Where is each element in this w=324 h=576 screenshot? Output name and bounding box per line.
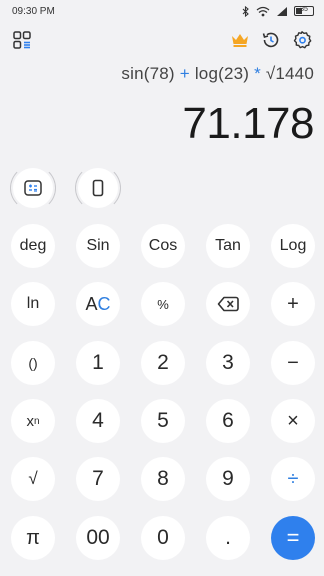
all-clear-label-a: A bbox=[85, 293, 98, 314]
multiply-key[interactable]: × bbox=[271, 399, 315, 443]
expression-part: sin(78) bbox=[121, 64, 175, 83]
deg-key[interactable]: deg bbox=[11, 224, 55, 268]
digit-2-key[interactable]: 2 bbox=[141, 341, 185, 385]
all-clear-key[interactable]: AC bbox=[76, 282, 120, 326]
battery-icon: 35 bbox=[294, 6, 314, 16]
digit-3-key[interactable]: 3 bbox=[206, 341, 250, 385]
pi-key[interactable]: π bbox=[11, 516, 55, 560]
digit-5-key[interactable]: 5 bbox=[141, 399, 185, 443]
sqrt-key[interactable]: √ bbox=[11, 457, 55, 501]
expression-part: log(23) bbox=[194, 64, 250, 83]
minus-key[interactable]: − bbox=[271, 341, 315, 385]
premium-button[interactable] bbox=[228, 28, 252, 52]
result-display: 71.178 bbox=[182, 99, 314, 148]
rotate-screen-button[interactable] bbox=[75, 165, 121, 211]
expression-part: √1440 bbox=[265, 64, 314, 83]
gear-icon bbox=[293, 31, 312, 49]
history-icon bbox=[262, 32, 279, 48]
ln-key[interactable]: ln bbox=[11, 282, 55, 326]
sin-key[interactable]: Sin bbox=[76, 224, 120, 268]
history-button[interactable] bbox=[259, 28, 283, 52]
layout-grid-button[interactable] bbox=[10, 28, 34, 52]
crown-icon bbox=[232, 34, 248, 47]
status-icons: 35 bbox=[242, 5, 314, 17]
wifi-icon bbox=[256, 6, 270, 16]
digit-4-key[interactable]: 4 bbox=[76, 399, 120, 443]
calculator-mode-button[interactable] bbox=[10, 165, 56, 211]
settings-button[interactable] bbox=[290, 28, 314, 52]
expression-display: sin(78) + log(23) * √1440 bbox=[121, 64, 314, 84]
bluetooth-icon bbox=[242, 5, 249, 17]
plus-key[interactable]: + bbox=[271, 282, 315, 326]
power-base: x bbox=[26, 412, 34, 430]
all-clear-label-c: C bbox=[97, 293, 111, 314]
expression-operator: * bbox=[254, 64, 261, 83]
digit-9-key[interactable]: 9 bbox=[206, 457, 250, 501]
battery-level: 35 bbox=[300, 6, 308, 13]
backspace-icon bbox=[217, 296, 239, 312]
digit-6-key[interactable]: 6 bbox=[206, 399, 250, 443]
cos-key[interactable]: Cos bbox=[141, 224, 185, 268]
parentheses-key[interactable]: () bbox=[11, 341, 55, 385]
top-bar bbox=[0, 28, 324, 54]
tan-key[interactable]: Tan bbox=[206, 224, 250, 268]
layout-grid-icon bbox=[13, 31, 31, 49]
equals-key[interactable]: = bbox=[271, 516, 315, 560]
divide-key[interactable]: ÷ bbox=[271, 457, 315, 501]
power-key[interactable]: xn bbox=[11, 399, 55, 443]
backspace-key[interactable] bbox=[206, 282, 250, 326]
digit-1-key[interactable]: 1 bbox=[76, 341, 120, 385]
status-time: 09:30 PM bbox=[12, 5, 55, 17]
status-bar: 09:30 PM 35 bbox=[0, 0, 324, 22]
digit-7-key[interactable]: 7 bbox=[76, 457, 120, 501]
power-exponent: n bbox=[33, 415, 40, 427]
log-key[interactable]: Log bbox=[271, 224, 315, 268]
percent-key[interactable]: % bbox=[141, 282, 185, 326]
double-zero-key[interactable]: 00 bbox=[76, 516, 120, 560]
signal-icon bbox=[277, 6, 287, 16]
digit-0-key[interactable]: 0 bbox=[141, 516, 185, 560]
decimal-point-key[interactable]: . bbox=[206, 516, 250, 560]
expression-operator: + bbox=[179, 64, 190, 83]
digit-8-key[interactable]: 8 bbox=[141, 457, 185, 501]
